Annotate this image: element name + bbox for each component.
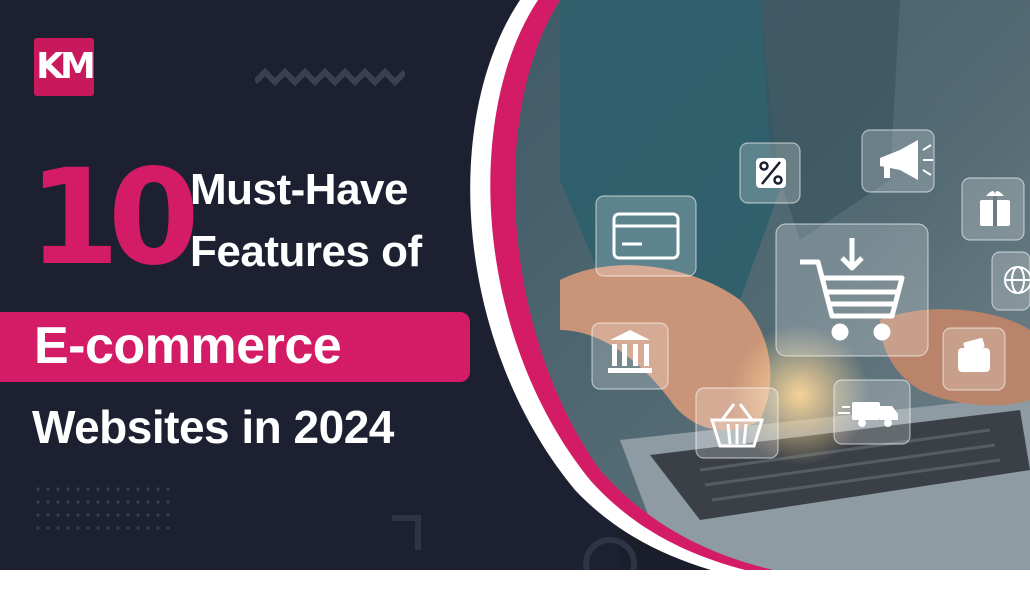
highlight-text: E-commerce — [34, 317, 342, 375]
headline-line-2: Features of — [190, 227, 422, 276]
brand-logo[interactable]: KM — [34, 38, 96, 96]
headline-number: 10 — [28, 141, 200, 295]
headline-line-3: Websites in 2024 — [32, 401, 394, 453]
brand-logo-text: KM — [36, 46, 96, 87]
corner-decoration — [392, 515, 421, 550]
banner: KM 10 Must-Have Features of E-commerce W… — [0, 0, 1030, 570]
zigzag-decoration — [255, 68, 405, 87]
percent-icon — [756, 158, 786, 188]
dot-grid-decoration — [36, 487, 170, 530]
headline-line-1: Must-Have — [190, 165, 409, 214]
circle-decoration — [583, 537, 637, 570]
